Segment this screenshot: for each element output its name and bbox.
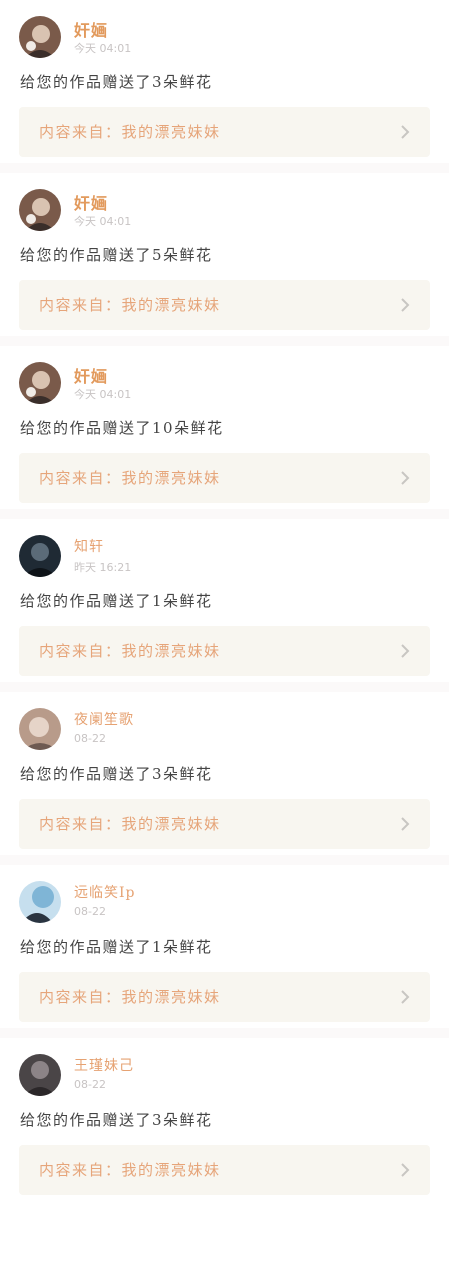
user-name[interactable]: 远临笑Ip — [74, 882, 136, 902]
source-label: 内容来自：我的漂亮妹妹 — [39, 988, 221, 1006]
gift-notification-card: 王瑾妹己 08-22 给您的作品赠送了3朵鲜花 内容来自：我的漂亮妹妹 — [0, 1038, 449, 1211]
source-label: 内容来自：我的漂亮妹妹 — [39, 123, 221, 141]
avatar[interactable] — [19, 362, 61, 404]
chevron-right-icon — [401, 817, 410, 831]
user-name[interactable]: 知轩 — [74, 536, 104, 556]
source-content-link[interactable]: 内容来自：我的漂亮妹妹 — [19, 280, 430, 330]
source-content-link[interactable]: 内容来自：我的漂亮妹妹 — [19, 972, 430, 1022]
source-content-link[interactable]: 内容来自：我的漂亮妹妹 — [19, 453, 430, 503]
gift-notification-card: 知轩 昨天 16:21 给您的作品赠送了1朵鲜花 内容来自：我的漂亮妹妹 — [0, 519, 449, 692]
user-name[interactable]: 王瑾妹己 — [74, 1055, 134, 1075]
timestamp: 08-22 — [74, 905, 106, 918]
gift-notification-card: 夜阑笙歌 08-22 给您的作品赠送了3朵鲜花 内容来自：我的漂亮妹妹 — [0, 692, 449, 865]
timestamp: 昨天 16:21 — [74, 561, 132, 574]
source-content-link[interactable]: 内容来自：我的漂亮妹妹 — [19, 107, 430, 157]
source-label: 内容来自：我的漂亮妹妹 — [39, 296, 221, 314]
gift-message: 给您的作品赠送了5朵鲜花 — [20, 246, 213, 264]
avatar[interactable] — [19, 1054, 61, 1096]
gift-message: 给您的作品赠送了1朵鲜花 — [20, 938, 213, 956]
avatar[interactable] — [19, 16, 61, 58]
source-label: 内容来自：我的漂亮妹妹 — [39, 1161, 221, 1179]
gift-notification-card: 奸婳 今天 04:01 给您的作品赠送了10朵鲜花 内容来自：我的漂亮妹妹 — [0, 346, 449, 519]
gift-message: 给您的作品赠送了3朵鲜花 — [20, 765, 213, 783]
gift-message: 给您的作品赠送了10朵鲜花 — [20, 419, 224, 437]
user-name[interactable]: 奸婳 — [74, 190, 108, 214]
source-label: 内容来自：我的漂亮妹妹 — [39, 815, 221, 833]
user-name[interactable]: 夜阑笙歌 — [74, 709, 134, 729]
avatar[interactable] — [19, 535, 61, 577]
source-content-link[interactable]: 内容来自：我的漂亮妹妹 — [19, 799, 430, 849]
avatar[interactable] — [19, 881, 61, 923]
timestamp: 今天 04:01 — [74, 42, 132, 55]
chevron-right-icon — [401, 990, 410, 1004]
gift-message: 给您的作品赠送了3朵鲜花 — [20, 73, 213, 91]
chevron-right-icon — [401, 1163, 410, 1177]
source-label: 内容来自：我的漂亮妹妹 — [39, 469, 221, 487]
gift-message: 给您的作品赠送了1朵鲜花 — [20, 592, 213, 610]
gift-message: 给您的作品赠送了3朵鲜花 — [20, 1111, 213, 1129]
avatar[interactable] — [19, 708, 61, 750]
chevron-right-icon — [401, 471, 410, 485]
source-content-link[interactable]: 内容来自：我的漂亮妹妹 — [19, 1145, 430, 1195]
timestamp: 今天 04:01 — [74, 388, 132, 401]
gift-notification-feed: 奸婳 今天 04:01 给您的作品赠送了3朵鲜花 内容来自：我的漂亮妹妹 奸婳 … — [0, 0, 449, 1211]
source-label: 内容来自：我的漂亮妹妹 — [39, 642, 221, 660]
user-name[interactable]: 奸婳 — [74, 17, 108, 41]
user-name[interactable]: 奸婳 — [74, 363, 108, 387]
timestamp: 今天 04:01 — [74, 215, 132, 228]
chevron-right-icon — [401, 125, 410, 139]
gift-notification-card: 奸婳 今天 04:01 给您的作品赠送了5朵鲜花 内容来自：我的漂亮妹妹 — [0, 173, 449, 346]
gift-notification-card: 奸婳 今天 04:01 给您的作品赠送了3朵鲜花 内容来自：我的漂亮妹妹 — [0, 0, 449, 173]
timestamp: 08-22 — [74, 732, 106, 745]
avatar[interactable] — [19, 189, 61, 231]
source-content-link[interactable]: 内容来自：我的漂亮妹妹 — [19, 626, 430, 676]
chevron-right-icon — [401, 644, 410, 658]
timestamp: 08-22 — [74, 1078, 106, 1091]
gift-notification-card: 远临笑Ip 08-22 给您的作品赠送了1朵鲜花 内容来自：我的漂亮妹妹 — [0, 865, 449, 1038]
chevron-right-icon — [401, 298, 410, 312]
